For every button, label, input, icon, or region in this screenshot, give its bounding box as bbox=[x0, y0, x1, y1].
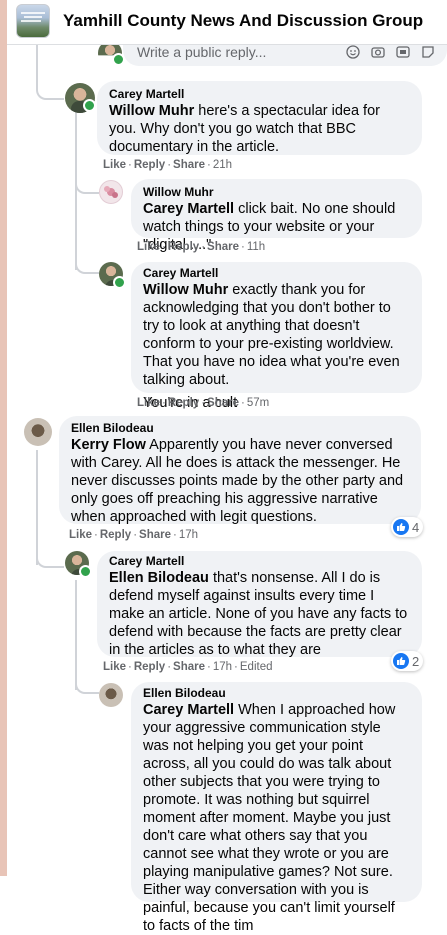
comment-author[interactable]: Carey Martell bbox=[109, 553, 410, 569]
comment-text: Willow Muhr exactly thank you for acknow… bbox=[143, 282, 400, 388]
online-status-dot bbox=[79, 565, 92, 578]
online-status-dot bbox=[112, 53, 125, 66]
comment-timestamp[interactable]: 21h bbox=[213, 159, 232, 171]
mention[interactable]: Ellen Bilodeau bbox=[109, 570, 209, 586]
share-button[interactable]: Share bbox=[207, 241, 239, 253]
like-button[interactable]: Like bbox=[103, 159, 126, 171]
online-status-dot bbox=[83, 99, 96, 112]
comment-timestamp[interactable]: 17h bbox=[179, 529, 198, 541]
comment-actions: Like · Reply · Share · 17h · Edited bbox=[103, 661, 273, 673]
reply-button[interactable]: Reply bbox=[134, 661, 165, 673]
thread-connector bbox=[36, 60, 64, 100]
mention[interactable]: Willow Muhr bbox=[109, 103, 194, 119]
comment-bubble: Carey Martell Willow Muhr exactly thank … bbox=[131, 262, 422, 411]
group-logo[interactable] bbox=[16, 4, 50, 38]
comment-bubble: Willow Muhr Carey Martell click bait. No… bbox=[131, 179, 422, 253]
comment-actions: Like · Reply · Share · 11h bbox=[137, 241, 266, 253]
like-reaction-icon bbox=[393, 653, 409, 669]
share-button[interactable]: Share bbox=[139, 529, 171, 541]
comment-bubble: Carey Martell Ellen Bilodeau that's nons… bbox=[97, 551, 422, 658]
reply-button[interactable]: Reply bbox=[168, 241, 199, 253]
share-button[interactable]: Share bbox=[207, 397, 239, 409]
mention[interactable]: Willow Muhr bbox=[143, 282, 228, 298]
comment-timestamp[interactable]: 17h bbox=[213, 661, 232, 673]
page-left-edge bbox=[0, 0, 7, 876]
mention[interactable]: Carey Martell bbox=[143, 201, 234, 217]
like-button[interactable]: Like bbox=[137, 397, 160, 409]
reply-button[interactable]: Reply bbox=[100, 529, 131, 541]
like-button[interactable]: Like bbox=[137, 241, 160, 253]
group-title[interactable]: Yamhill County News And Discussion Group bbox=[63, 11, 423, 31]
like-button[interactable]: Like bbox=[69, 529, 92, 541]
online-status-dot bbox=[113, 276, 126, 289]
thread-connector bbox=[36, 540, 64, 568]
reply-input[interactable]: Write a public reply... bbox=[137, 44, 266, 60]
camera-icon[interactable] bbox=[371, 45, 385, 59]
willow-avatar[interactable] bbox=[99, 180, 123, 204]
gif-icon[interactable] bbox=[396, 45, 410, 59]
comment-text: Kerry Flow Apparently you have never con… bbox=[71, 437, 404, 525]
ellen-avatar[interactable] bbox=[99, 683, 123, 707]
reaction-count[interactable]: 2 bbox=[391, 651, 424, 671]
comment-actions: Like · Reply · Share · 21h bbox=[103, 159, 233, 171]
comment-author[interactable]: Willow Muhr bbox=[143, 184, 410, 200]
thread-connector bbox=[75, 250, 99, 274]
share-button[interactable]: Share bbox=[173, 159, 205, 171]
emoji-icon[interactable] bbox=[346, 45, 360, 59]
comment-timestamp[interactable]: 57m bbox=[247, 397, 269, 409]
comment-author[interactable]: Carey Martell bbox=[109, 86, 410, 102]
ellen-avatar[interactable] bbox=[24, 418, 52, 446]
sticker-icon[interactable] bbox=[421, 45, 435, 59]
comment-bubble: Ellen Bilodeau Kerry Flow Apparently you… bbox=[59, 416, 421, 525]
mention[interactable]: Carey Martell bbox=[143, 702, 234, 718]
share-button[interactable]: Share bbox=[173, 661, 205, 673]
reply-button[interactable]: Reply bbox=[134, 159, 165, 171]
comment-bubble: Ellen Bilodeau Carey Martell When I appr… bbox=[131, 682, 422, 934]
comment-text: Willow Muhr here's a spectacular idea fo… bbox=[109, 103, 380, 155]
comment-text: Carey Martell When I approached how your… bbox=[143, 702, 396, 934]
edited-label[interactable]: Edited bbox=[240, 661, 273, 673]
comment-timestamp[interactable]: 11h bbox=[247, 241, 265, 253]
group-header: Yamhill County News And Discussion Group bbox=[7, 0, 447, 45]
like-button[interactable]: Like bbox=[103, 661, 126, 673]
comment-bubble: Carey Martell Willow Muhr here's a spect… bbox=[97, 81, 422, 155]
like-reaction-icon bbox=[393, 519, 409, 535]
comment-actions: Like · Reply · Share · 17h bbox=[69, 529, 199, 541]
comment-text: Ellen Bilodeau that's nonsense. All I do… bbox=[109, 570, 408, 658]
comment-author[interactable]: Ellen Bilodeau bbox=[71, 420, 409, 436]
comment-author[interactable]: Carey Martell bbox=[143, 265, 410, 281]
thread-connector bbox=[75, 170, 99, 194]
reaction-count[interactable]: 4 bbox=[391, 517, 424, 537]
comment-author[interactable]: Ellen Bilodeau bbox=[143, 685, 410, 701]
reply-button[interactable]: Reply bbox=[168, 397, 199, 409]
mention[interactable]: Kerry Flow bbox=[71, 437, 146, 453]
thread-connector bbox=[75, 670, 99, 694]
comment-actions: Like · Reply · Share · 57m bbox=[137, 397, 270, 409]
